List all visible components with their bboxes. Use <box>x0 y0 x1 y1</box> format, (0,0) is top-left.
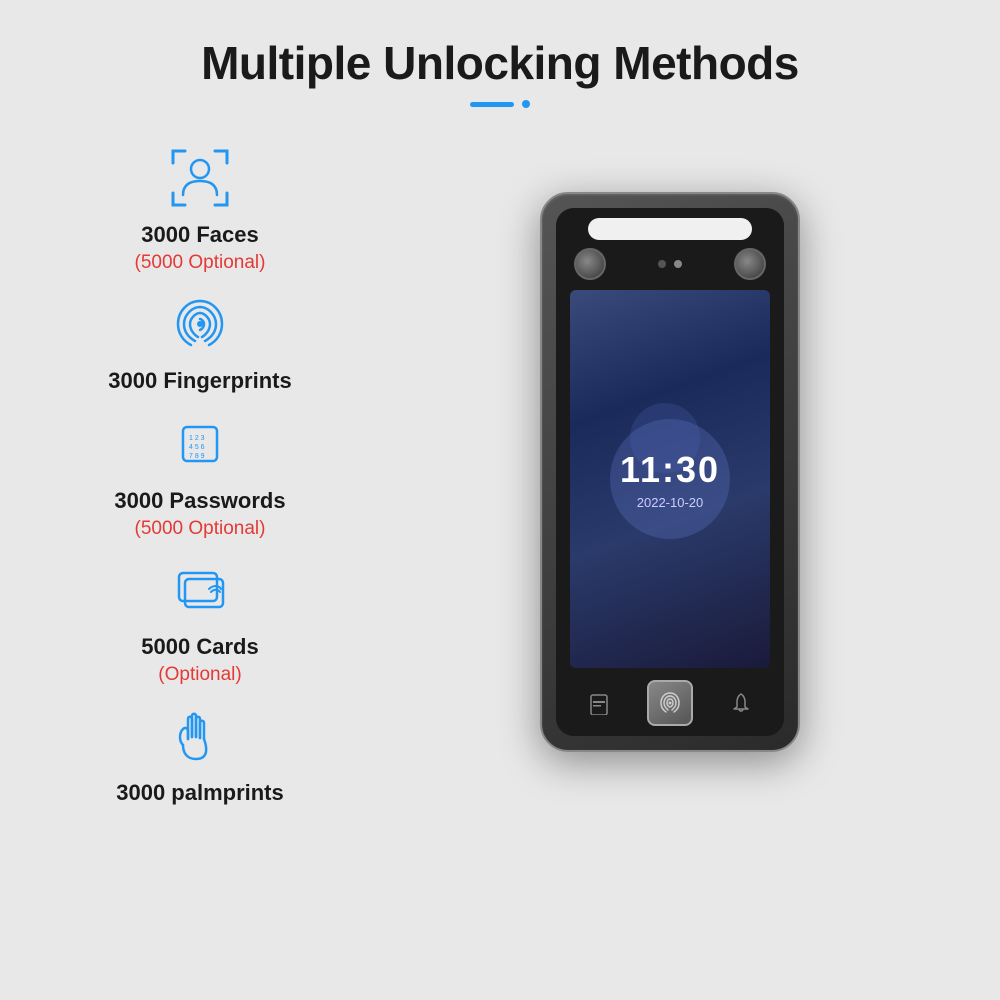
device-inner: 11:30 2022-10-20 <box>556 208 784 736</box>
sensor-dot-2 <box>674 260 682 268</box>
feature-palmprints: 3000 palmprints <box>116 696 284 806</box>
camera-row <box>568 248 772 280</box>
feature-cards: 5000 Cards (Optional) <box>141 550 258 686</box>
faces-label: 3000 Faces <box>141 222 258 248</box>
device-container: 11:30 2022-10-20 <box>380 192 960 752</box>
screen-time: 11:30 <box>620 449 720 491</box>
card-bottom-icon <box>586 690 612 716</box>
page-title: Multiple Unlocking Methods <box>201 36 799 90</box>
page-container: Multiple Unlocking Methods <box>0 0 1000 1000</box>
cards-optional: (Optional) <box>158 664 241 686</box>
password-icon: 1 2 3 4 5 6 7 8 9 <box>160 404 240 484</box>
dot-line <box>470 102 514 107</box>
svg-text:1 2 3: 1 2 3 <box>189 435 205 442</box>
device-bottom <box>556 672 784 736</box>
fingerprints-label: 3000 Fingerprints <box>108 368 291 394</box>
feature-faces: 3000 Faces (5000 Optional) <box>135 138 266 274</box>
device-body: 11:30 2022-10-20 <box>540 192 800 752</box>
face-icon <box>160 138 240 218</box>
card-icon <box>160 550 240 630</box>
dot-circle <box>522 100 530 108</box>
screen-date: 2022-10-20 <box>637 495 704 510</box>
device-top-bar <box>556 208 784 286</box>
svg-text:4 5 6: 4 5 6 <box>189 444 205 451</box>
passwords-optional: (5000 Optional) <box>135 518 266 540</box>
feature-fingerprints: 3000 Fingerprints <box>108 284 291 394</box>
feature-passwords: 1 2 3 4 5 6 7 8 9 3000 Passwords (5000 O… <box>114 404 285 540</box>
white-strip <box>588 218 751 240</box>
features-panel: 3000 Faces (5000 Optional) <box>40 138 360 806</box>
camera-lens-left <box>574 248 606 280</box>
title-decoration <box>470 100 530 108</box>
fingerprint-sensor-btn[interactable] <box>647 680 693 726</box>
cards-label: 5000 Cards <box>141 634 258 660</box>
svg-text:7 8 9: 7 8 9 <box>189 453 205 460</box>
content-area: 3000 Faces (5000 Optional) <box>0 138 1000 806</box>
bell-icon <box>728 690 754 716</box>
sensor-dot-1 <box>658 260 666 268</box>
faces-optional: (5000 Optional) <box>135 252 266 274</box>
fingerprint-icon <box>160 284 240 364</box>
palm-icon <box>160 696 240 776</box>
passwords-label: 3000 Passwords <box>114 488 285 514</box>
device-screen: 11:30 2022-10-20 <box>570 290 771 668</box>
camera-lens-right <box>734 248 766 280</box>
sensor-dots <box>658 260 682 268</box>
palmprints-label: 3000 palmprints <box>116 780 284 806</box>
